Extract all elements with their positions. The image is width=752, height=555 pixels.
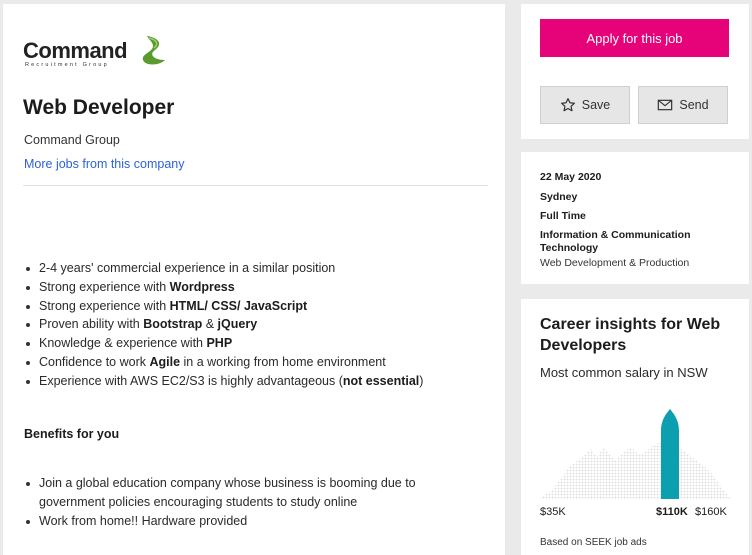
job-details-panel: Command Recruitment Group Web Developer … xyxy=(3,4,505,555)
more-jobs-link[interactable]: More jobs from this company xyxy=(24,157,184,171)
requirement-text: Experience with AWS EC2/S3 is highly adv… xyxy=(39,373,343,388)
requirement-text: Knowledge & experience with xyxy=(39,336,207,351)
apply-button[interactable]: Apply for this job xyxy=(540,19,729,57)
job-location[interactable]: Sydney xyxy=(540,191,577,203)
apply-card: Apply for this job Save Send xyxy=(521,4,749,139)
requirement-emphasis: Bootstrap xyxy=(143,317,203,332)
insights-title: Career insights for Web Developers xyxy=(540,316,721,354)
divider xyxy=(23,185,488,186)
send-button[interactable]: Send xyxy=(638,86,728,124)
requirement-emphasis: HTML/ CSS/ JavaScript xyxy=(169,298,308,313)
requirement-item: Strong experience with HTML/ CSS/ JavaSc… xyxy=(24,297,423,316)
requirement-item: 2-4 years' commercial experience in a si… xyxy=(24,259,423,278)
company-logo[interactable]: Command Recruitment Group xyxy=(23,36,165,68)
requirement-emphasis: PHP xyxy=(206,336,233,351)
job-title: Web Developer xyxy=(23,96,175,119)
insights-subtitle: Most common salary in NSW xyxy=(540,365,708,380)
benefits-heading: Benefits for you xyxy=(24,427,120,441)
salary-max-label: $160K xyxy=(695,506,727,518)
career-insights-card: Career insights for Web Developers Most … xyxy=(521,299,749,555)
requirement-text: 2-4 years' commercial experience in a si… xyxy=(39,261,336,275)
job-subclassification: Web Development & Production xyxy=(540,257,690,269)
requirement-text: Proven ability with xyxy=(39,317,144,332)
listing-date: 22 May 2020 xyxy=(540,171,602,183)
requirement-item: Experience with AWS EC2/S3 is highly adv… xyxy=(24,372,423,391)
company-name: Command Group xyxy=(24,133,120,147)
requirement-emphasis: Agile xyxy=(149,354,181,369)
benefit-item: Join a global education company whose bu… xyxy=(24,474,464,512)
requirement-item: Knowledge & experience with PHP xyxy=(24,334,423,353)
requirement-item: Confidence to work Agile in a working fr… xyxy=(24,353,423,372)
salary-highlight-label: $110K xyxy=(656,506,688,518)
requirement-text: Strong experience with xyxy=(39,298,170,313)
benefit-item: Work from home!! Hardware provided xyxy=(24,512,464,531)
salary-distribution-chart xyxy=(539,409,731,499)
job-meta-card: 22 May 2020 Sydney Full Time Information… xyxy=(521,152,749,284)
requirement-text: Strong experience with xyxy=(39,279,170,294)
requirement-emphasis: jQuery xyxy=(217,317,258,332)
requirement-emphasis: Wordpress xyxy=(169,279,235,294)
job-classification[interactable]: Information & Communication Technology xyxy=(540,229,720,255)
requirement-emphasis: not essential xyxy=(342,373,420,388)
salary-distribution-area xyxy=(539,439,731,499)
requirements-list: 2-4 years' commercial experience in a si… xyxy=(24,259,423,391)
mail-icon xyxy=(658,99,673,111)
requirement-text: Confidence to work xyxy=(39,354,150,369)
swoosh-icon xyxy=(142,36,165,65)
salary-highlight-bar xyxy=(661,409,679,499)
requirement-text: in a working from home environment xyxy=(180,354,386,369)
insights-footnote: Based on SEEK job ads xyxy=(540,537,647,548)
send-label: Send xyxy=(679,98,709,112)
requirement-item: Strong experience with Wordpress xyxy=(24,278,423,297)
save-label: Save xyxy=(581,98,611,112)
logo-tagline: Recruitment Group xyxy=(25,62,109,68)
benefits-list: Join a global education company whose bu… xyxy=(24,474,464,530)
logo-wordmark: Command xyxy=(23,38,128,63)
save-button[interactable]: Save xyxy=(540,86,630,124)
work-type: Full Time xyxy=(540,210,586,222)
salary-min-label: $35K xyxy=(540,506,566,518)
star-icon xyxy=(560,98,575,112)
requirement-text: & xyxy=(202,317,218,332)
requirement-text: ) xyxy=(419,373,424,388)
requirement-item: Proven ability with Bootstrap & jQuery xyxy=(24,315,423,334)
